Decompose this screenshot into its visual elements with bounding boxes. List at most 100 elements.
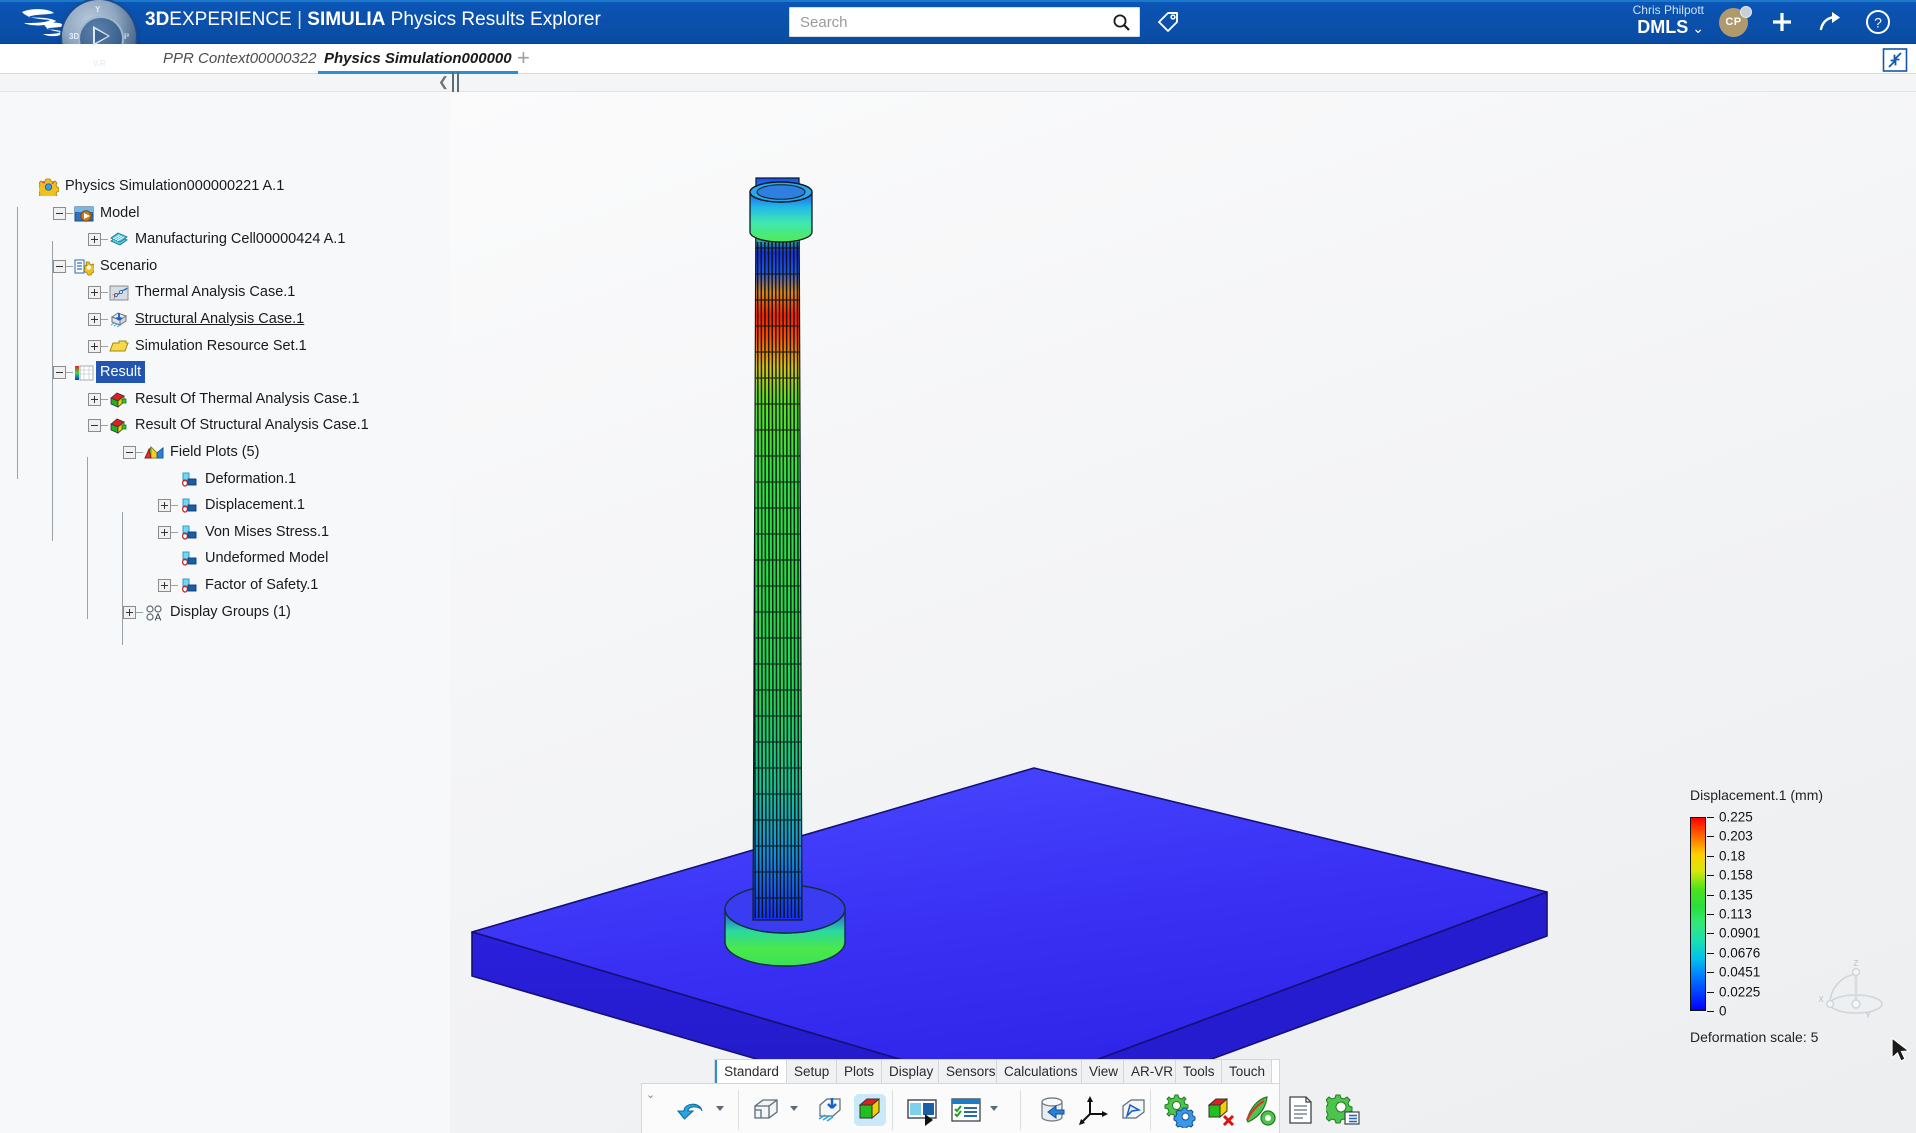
- legend-tick: [1707, 894, 1714, 896]
- tab-physics-simulation[interactable]: Physics Simulation000000: [318, 44, 518, 74]
- tree-expand-icon[interactable]: [88, 313, 101, 326]
- tree-expand-icon[interactable]: [158, 499, 171, 513]
- toolbar-separator: [738, 1090, 739, 1130]
- share-icon[interactable]: [1816, 8, 1844, 36]
- tag-icon[interactable]: [1155, 8, 1181, 34]
- tree-collapse-icon[interactable]: [53, 366, 66, 380]
- tree-expand-icon[interactable]: [88, 286, 101, 300]
- tree-node[interactable]: Model: [96, 202, 140, 224]
- toolbar-tab-ar-vr[interactable]: AR-VR: [1124, 1060, 1176, 1084]
- tree-node[interactable]: Result Of Thermal Analysis Case.1: [131, 388, 360, 410]
- tree-connector: [17, 207, 18, 479]
- import-shape-icon[interactable]: [748, 1092, 784, 1128]
- tree-node[interactable]: Simulation Resource Set.1: [131, 335, 307, 357]
- undo-icon[interactable]: [674, 1092, 710, 1128]
- panel-collapse-chevron-icon[interactable]: ❮: [438, 74, 449, 92]
- tree-expand-icon[interactable]: [88, 339, 101, 353]
- toolbar-tab-display[interactable]: Display: [882, 1060, 939, 1084]
- triad-z-label: Z: [1854, 959, 1859, 968]
- display-groups-icon: A: [144, 604, 164, 623]
- search-box[interactable]: [789, 7, 1140, 37]
- tree-collapse-icon[interactable]: [88, 419, 101, 433]
- report-icon[interactable]: [1282, 1092, 1318, 1128]
- toolbar-tab-sensors[interactable]: Sensors: [939, 1060, 997, 1084]
- legend-tick: [1707, 817, 1714, 818]
- tree-collapse-icon[interactable]: [53, 259, 66, 273]
- tree-expand-icon[interactable]: [158, 579, 171, 592]
- tree-expand-icon[interactable]: [88, 233, 101, 247]
- toolbar-tab-standard[interactable]: Standard: [717, 1060, 787, 1084]
- plot-icon: [179, 550, 199, 567]
- tree-collapse-icon[interactable]: [123, 446, 136, 459]
- help-icon[interactable]: ?: [1864, 8, 1892, 36]
- tree-node[interactable]: Scenario: [96, 255, 157, 277]
- tree-node[interactable]: Manufacturing Cell00000424 A.1: [131, 228, 345, 250]
- search-icon[interactable]: [1112, 13, 1131, 32]
- database-import-icon[interactable]: [1034, 1092, 1070, 1128]
- user-name-label: Chris Philpott: [1632, 3, 1704, 17]
- toolbar-tab-touch[interactable]: Touch: [1222, 1060, 1272, 1084]
- options-list-icon[interactable]: [1323, 1092, 1362, 1128]
- tree-node-label: Field Plots (5): [170, 444, 260, 460]
- tree-connector: [171, 505, 178, 507]
- annotate-icon[interactable]: [1242, 1092, 1278, 1128]
- user-account-block[interactable]: Chris Philpott DMLS ⌄: [1633, 3, 1704, 38]
- tree-node[interactable]: Von Mises Stress.1: [201, 521, 329, 543]
- axis-triad-icon[interactable]: [1076, 1092, 1112, 1128]
- tree-expand-icon[interactable]: [88, 392, 101, 406]
- tree-node-label: Undeformed Model: [205, 550, 329, 567]
- settings-gears-icon[interactable]: [1162, 1092, 1198, 1130]
- tree-node[interactable]: Undeformed Model: [201, 547, 328, 569]
- user-org-label[interactable]: DMLS ⌄: [1633, 17, 1704, 38]
- tree-connector: [136, 611, 143, 613]
- 3d-viewport[interactable]: Displacement.1 (mm) 0.225 0.203 0.18 0.158 0…: [450, 92, 1916, 1133]
- toolbar-tab-setup[interactable]: Setup: [787, 1060, 837, 1084]
- tree-expand-icon[interactable]: [123, 605, 136, 619]
- toolbar-tab-tools[interactable]: Tools: [1176, 1060, 1222, 1084]
- triad-y-label: Y: [1865, 1011, 1871, 1020]
- toolbar-tab-view[interactable]: View: [1082, 1060, 1124, 1084]
- toolbar-expand-chevron-icon[interactable]: ⌄: [646, 1088, 655, 1101]
- toolbar-tab-calculations[interactable]: Calculations: [997, 1060, 1082, 1084]
- color-plot-icon[interactable]: [852, 1092, 888, 1128]
- tree-connector: [101, 398, 108, 400]
- tree-collapse-icon[interactable]: [53, 206, 66, 220]
- tree-node[interactable]: Result: [96, 361, 146, 384]
- lattice-column: [749, 177, 813, 921]
- delete-plot-icon[interactable]: [1202, 1092, 1238, 1128]
- tab-ppr-context[interactable]: PPR Context00000322: [157, 44, 322, 74]
- plus-icon[interactable]: [1768, 8, 1796, 36]
- tree-node[interactable]: Factor of Safety.1: [201, 574, 318, 596]
- result-cube-icon: [109, 417, 129, 435]
- import-result-icon[interactable]: [812, 1092, 848, 1128]
- plot-list-icon[interactable]: [948, 1092, 984, 1128]
- probe-icon[interactable]: [1116, 1092, 1152, 1128]
- plot-list-dropdown-caret-icon[interactable]: [990, 1106, 998, 1111]
- shape-dropdown-caret-icon[interactable]: [790, 1106, 798, 1111]
- tree-node-label: Result Of Structural Analysis Case.1: [135, 417, 369, 434]
- tree-expand-icon[interactable]: [158, 525, 171, 539]
- tree-node[interactable]: Displacement.1: [201, 494, 305, 516]
- legend-tick: [1707, 914, 1714, 915]
- legend-tick: [1707, 875, 1714, 877]
- tree-node[interactable]: Field Plots (5): [166, 441, 259, 463]
- plot-icon: [179, 524, 199, 541]
- collapse-icon[interactable]: [1882, 48, 1908, 72]
- structural-case-icon: [109, 311, 129, 328]
- tree-node[interactable]: Thermal Analysis Case.1: [131, 281, 295, 303]
- toolbar-tab-plots[interactable]: Plots: [837, 1060, 882, 1084]
- undo-dropdown-caret-icon[interactable]: [716, 1106, 724, 1111]
- add-tab-button[interactable]: +: [511, 44, 536, 74]
- result-cube-icon: [109, 391, 129, 408]
- tree-node[interactable]: Physics Simulation000000221 A.1: [61, 175, 284, 197]
- tree-node[interactable]: Result Of Structural Analysis Case.1: [131, 414, 369, 436]
- tree-node[interactable]: Deformation.1: [201, 468, 296, 490]
- specification-tree-panel: Physics Simulation000000221 A.1 Model Ma…: [0, 92, 450, 1133]
- search-input[interactable]: [800, 8, 1090, 36]
- deformation-scale-label: Deformation scale: 5: [1690, 1029, 1819, 1045]
- tree-node[interactable]: Display Groups (1): [166, 601, 291, 623]
- tree-node[interactable]: Structural Analysis Case.1: [131, 308, 304, 330]
- animation-icon[interactable]: [904, 1092, 940, 1128]
- compass-play-icon: [93, 26, 111, 48]
- legend-tick: [1707, 855, 1714, 857]
